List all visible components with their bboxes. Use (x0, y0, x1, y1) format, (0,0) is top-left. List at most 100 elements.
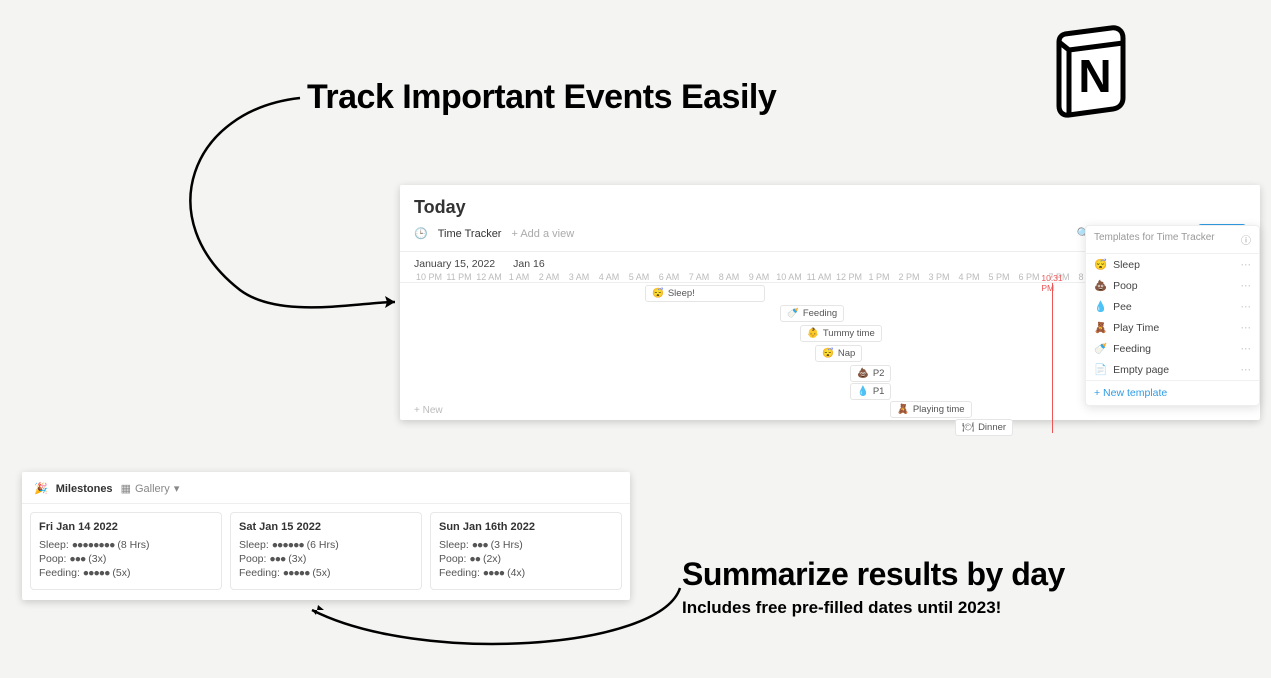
template-icon: 🍼 (1094, 342, 1107, 355)
template-label: Play Time (1113, 322, 1159, 334)
timeline-event[interactable]: 😴 Nap (815, 345, 862, 362)
clock-icon: 🕒 (414, 227, 428, 240)
add-view-button[interactable]: + Add a view (511, 228, 574, 240)
template-label: Poop (1113, 280, 1138, 292)
tick: 4 AM (594, 272, 624, 282)
feeding-line: Feeding: ●●●●● (5x) (39, 567, 213, 579)
view-switcher[interactable]: ▦ Gallery ▾ (121, 482, 180, 495)
poop-line: Poop: ●●● (3x) (39, 553, 213, 565)
tick: 2 PM (894, 272, 924, 282)
info-icon[interactable]: ⓘ (1241, 232, 1251, 247)
timeline-event[interactable]: 💧 P1 (850, 383, 891, 400)
templates-header: Templates for Time Tracker (1094, 232, 1215, 247)
event-label: Dinner (978, 422, 1006, 433)
page-title: Today (400, 185, 1260, 224)
milestone-card[interactable]: Sun Jan 16th 2022Sleep: ●●● (3 Hrs)Poop:… (430, 512, 622, 590)
template-icon: 📄 (1094, 363, 1107, 376)
tick: 7 AM (684, 272, 714, 282)
event-icon: 💧 (857, 386, 869, 397)
db-name[interactable]: Time Tracker (438, 228, 502, 240)
event-label: Sleep! (668, 288, 695, 299)
date-0: January 15, 2022 (414, 258, 495, 270)
feeding-line: Feeding: ●●●●● (5x) (239, 567, 413, 579)
timeline-event[interactable]: 🍼 Feeding (780, 305, 844, 322)
milestone-card[interactable]: Sat Jan 15 2022 Sleep: ●●●●●● (6 Hrs) Poop… (230, 512, 422, 590)
now-indicator: 10:31 PM (1052, 283, 1053, 433)
templates-dropdown: Templates for Time Trackerⓘ 😴Sleep⋯💩Poop… (1085, 225, 1260, 406)
card-title: Fri Jan 14 2022 (39, 521, 213, 533)
more-icon[interactable]: ⋯ (1241, 280, 1252, 292)
tick: 11 PM (444, 272, 474, 282)
template-icon: 💧 (1094, 300, 1107, 313)
event-label: Playing time (913, 404, 965, 415)
tick: 8 AM (714, 272, 744, 282)
event-label: Tummy time (823, 328, 875, 339)
more-icon[interactable]: ⋯ (1241, 301, 1252, 313)
event-label: P2 (873, 368, 885, 379)
sleep-line: Sleep: ●●●●●● (6 Hrs) (239, 539, 413, 551)
event-icon: 🍼 (787, 308, 799, 319)
timeline-event[interactable]: 🍽 Dinner (955, 419, 1013, 436)
template-icon: 💩 (1094, 279, 1107, 292)
template-label: Feeding (1113, 343, 1151, 355)
more-icon[interactable]: ⋯ (1241, 343, 1252, 355)
tick: 10 PM (414, 272, 444, 282)
tick: 6 PM (1014, 272, 1044, 282)
tick: 12 AM (474, 272, 504, 282)
feeding-line: Feeding: ●●●● (4x) (439, 567, 613, 579)
new-template-button[interactable]: + New template (1086, 380, 1259, 405)
template-item[interactable]: 🧸 Play Time ⋯ (1086, 317, 1259, 338)
card-title: Sun Jan 16th 2022 (439, 521, 613, 533)
template-icon: 🧸 (1094, 321, 1107, 334)
tick: 2 AM (534, 272, 564, 282)
tick: 1 AM (504, 272, 534, 282)
template-item[interactable]: 💩 Poop ⋯ (1086, 275, 1259, 296)
timeline-event[interactable]: 😴 Sleep! (645, 285, 765, 302)
event-icon: 😴 (822, 348, 834, 359)
time-tracker-panel: Today 🕒 Time Tracker + Add a view 🔍 Sear… (400, 185, 1260, 420)
milestone-card[interactable]: Fri Jan 14 2022 Sleep: ●●●●●●●● (8 Hrs) Po… (30, 512, 222, 590)
tick: 10 AM (774, 272, 804, 282)
timeline-event[interactable]: 🧸 Playing time (890, 401, 972, 418)
chevron-down-icon: ▾ (174, 482, 180, 495)
template-label: Sleep (1113, 259, 1140, 271)
sleep-line: Sleep: ●●● (3 Hrs) (439, 539, 613, 551)
tick: 12 PM (834, 272, 864, 282)
template-label: Pee (1113, 301, 1132, 313)
template-item[interactable]: 🍼 Feeding ⋯ (1086, 338, 1259, 359)
gallery-icon: ▦ (121, 482, 131, 495)
tick: 9 AM (744, 272, 774, 282)
template-item[interactable]: 💧 Pee ⋯ (1086, 296, 1259, 317)
template-item[interactable]: 😴Sleep⋯ (1086, 254, 1259, 275)
notion-logo: N (1041, 20, 1141, 120)
event-icon: 💩 (857, 368, 869, 379)
template-item[interactable]: 📄Empty page⋯ (1086, 359, 1259, 380)
event-icon: 🍽 (962, 422, 974, 433)
date-1: Jan 16 (513, 258, 545, 270)
tick: 5 PM (984, 272, 1014, 282)
event-icon: 🧸 (897, 404, 909, 415)
event-label: Nap (838, 348, 855, 359)
milestones-panel: 🎉 Milestones ▦ Gallery ▾ Fri Jan 14 2022… (22, 472, 630, 600)
milestones-title[interactable]: Milestones (56, 483, 113, 495)
tick: 6 AM (654, 272, 684, 282)
timeline-event[interactable]: 👶Tummy time (800, 325, 882, 342)
svg-text:N: N (1078, 50, 1111, 102)
event-icon: 😴 (652, 288, 664, 299)
tick: 3 AM (564, 272, 594, 282)
timeline-event[interactable]: 💩 P2 (850, 365, 891, 382)
tick: 11 AM (804, 272, 834, 282)
poop-line: Poop: ●●● (3x) (239, 553, 413, 565)
more-icon[interactable]: ⋯ (1241, 259, 1252, 271)
card-title: Sat Jan 15 2022 (239, 521, 413, 533)
now-label: 10:31 PM (1041, 273, 1062, 293)
more-icon[interactable]: ⋯ (1241, 322, 1252, 334)
heading-track: Track Important Events Easily (307, 78, 776, 117)
tick: 3 PM (924, 272, 954, 282)
event-label: P1 (873, 386, 885, 397)
new-row-button[interactable]: + New (414, 405, 443, 416)
more-icon[interactable]: ⋯ (1241, 364, 1252, 376)
sleep-line: Sleep: ●●●●●●●● (8 Hrs) (39, 539, 213, 551)
event-label: Feeding (803, 308, 837, 319)
tick: 4 PM (954, 272, 984, 282)
